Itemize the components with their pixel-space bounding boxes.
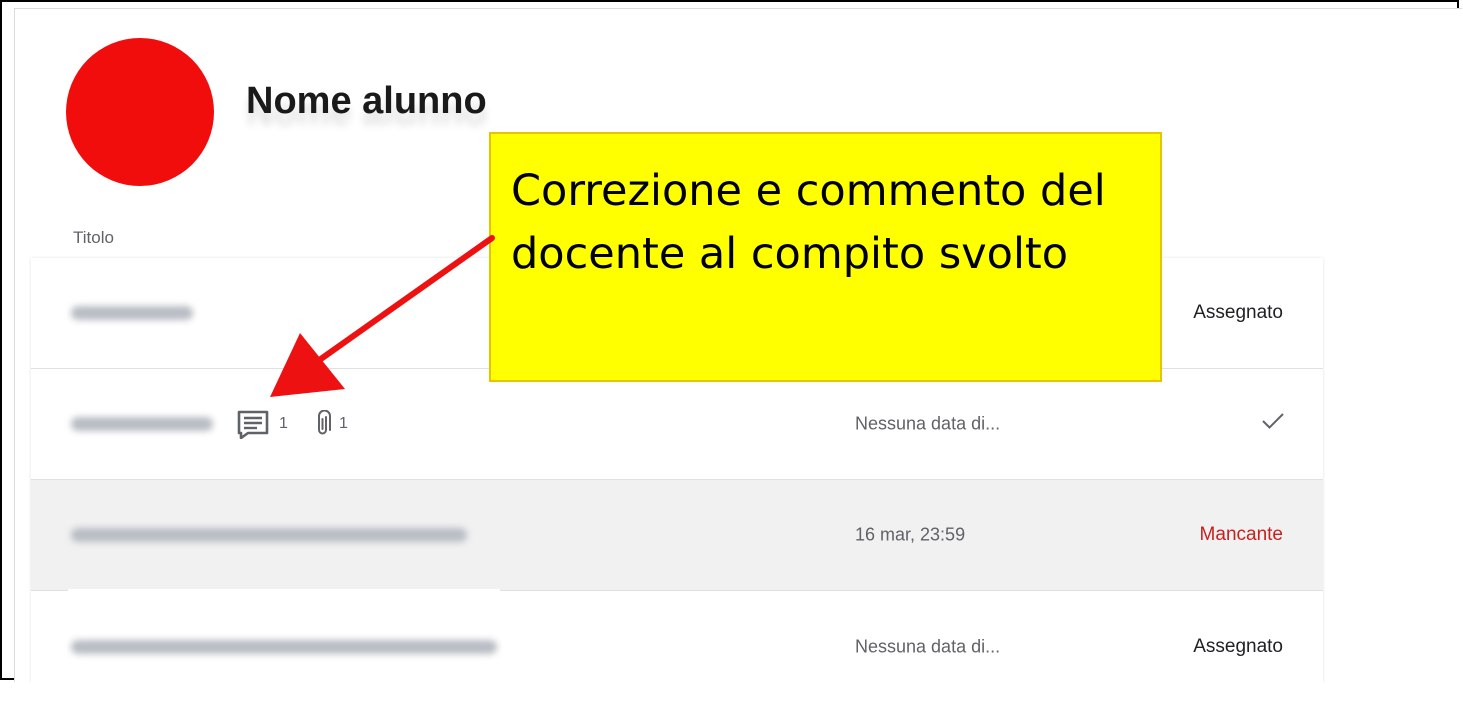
due-date: Nessuna data di... bbox=[855, 413, 1001, 434]
column-header-title: Titolo bbox=[73, 228, 114, 247]
annotation-callout: Correzione e commento del docente al com… bbox=[489, 132, 1162, 382]
status-missing: Mancante bbox=[1199, 524, 1283, 545]
comment-icon bbox=[236, 409, 270, 439]
attachment-counter[interactable]: 1 bbox=[313, 410, 348, 438]
divider-gap bbox=[68, 589, 500, 601]
checkmark-icon bbox=[1261, 411, 1285, 437]
attachment-count: 1 bbox=[339, 415, 348, 432]
comment-counter[interactable]: 1 bbox=[236, 409, 288, 439]
blurred-assignment-title bbox=[71, 528, 467, 542]
blurred-assignment-title bbox=[71, 417, 213, 431]
avatar bbox=[66, 38, 214, 186]
blurred-assignment-title bbox=[71, 306, 193, 320]
status-assigned: Assegnato bbox=[1193, 302, 1283, 323]
paperclip-icon bbox=[313, 410, 333, 438]
blurred-assignment-title bbox=[71, 639, 497, 654]
status-assigned: Assegnato bbox=[1193, 635, 1283, 657]
list-item[interactable]: 1 1 Nessuna data di... bbox=[31, 369, 1323, 480]
student-name: Nome alunno bbox=[246, 80, 487, 122]
list-item[interactable]: 16 mar, 23:59 Mancante bbox=[31, 480, 1323, 591]
list-item[interactable]: Nessuna data di... Assegnato bbox=[31, 591, 1323, 702]
comment-count: 1 bbox=[279, 415, 288, 432]
due-date: Nessuna data di... bbox=[855, 636, 1001, 656]
due-date: 16 mar, 23:59 bbox=[855, 524, 966, 545]
